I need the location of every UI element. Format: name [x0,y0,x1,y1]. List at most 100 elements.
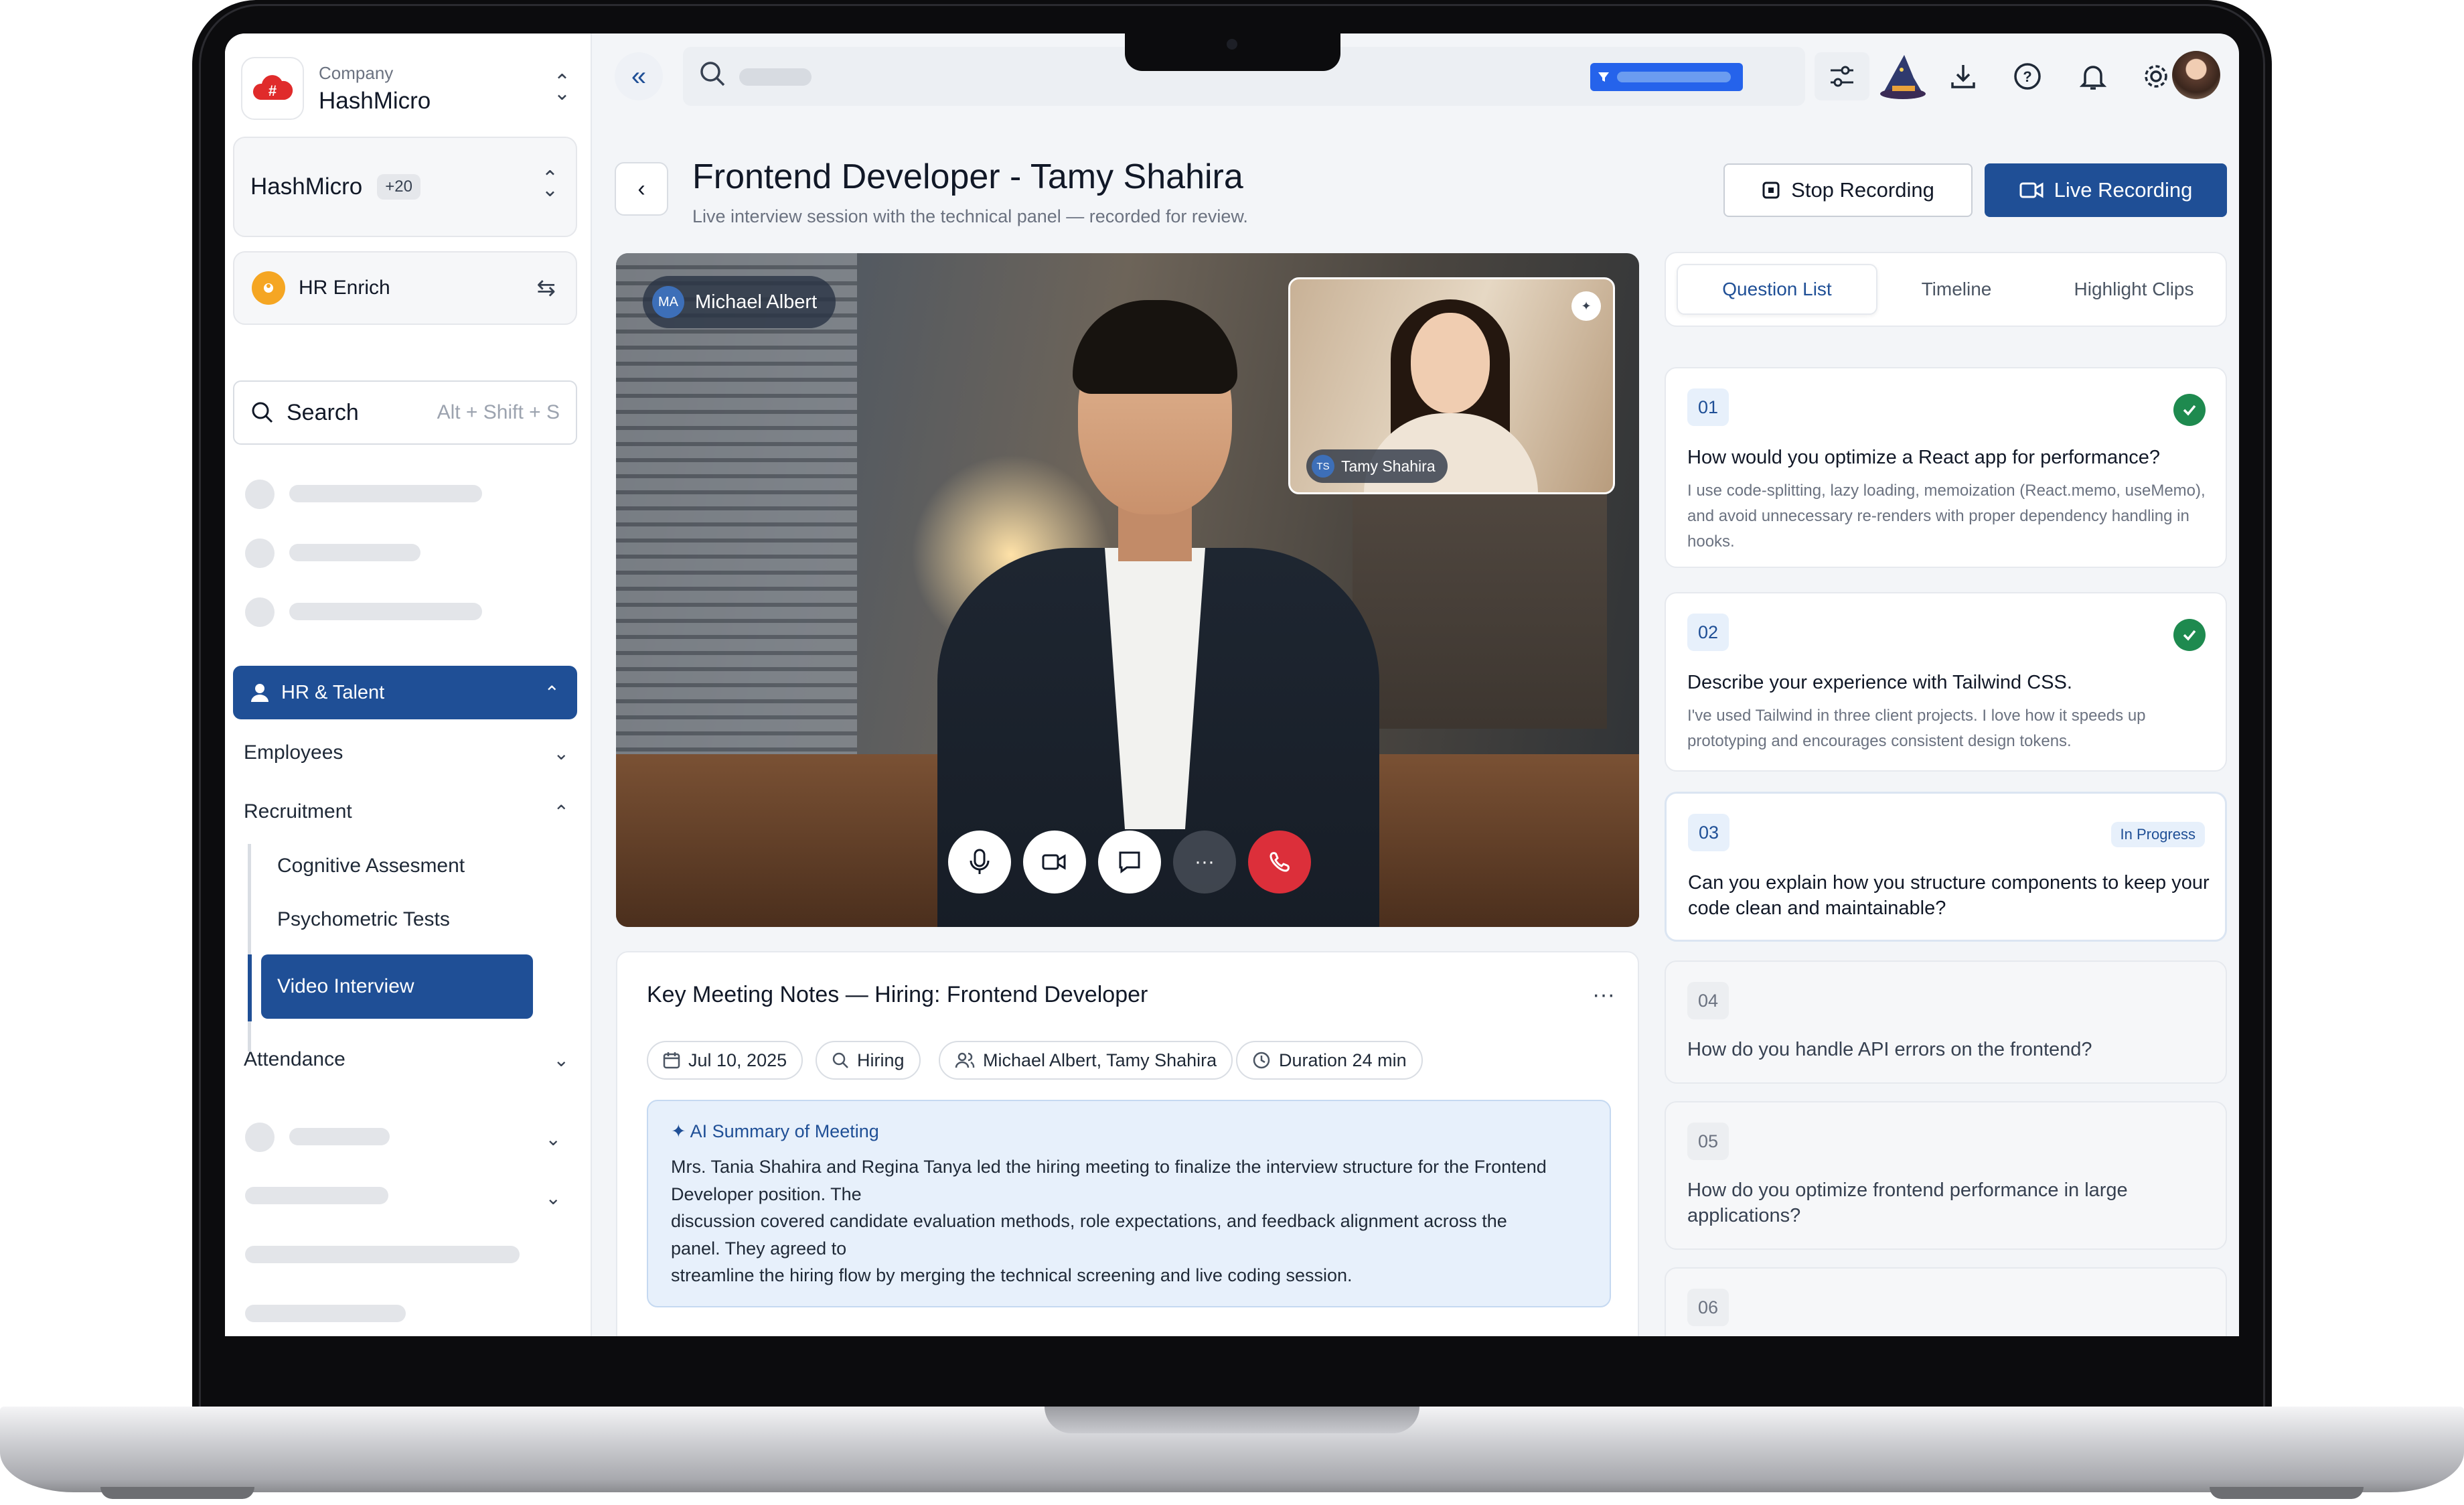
question-card[interactable]: 04 How do you handle API errors on the f… [1665,960,2227,1084]
microphone-button[interactable] [948,831,1011,893]
bell-icon[interactable] [2074,58,2112,95]
skeleton-placeholder [289,485,482,502]
users-icon [251,684,268,702]
search-placeholder-skeleton [739,68,812,86]
nav-item-label: Attendance [244,1048,345,1070]
question-title: How do you optimize frontend performance… [1687,1179,2128,1226]
nav-subitem-cognitive-assesment[interactable]: Cognitive Assesment [277,855,465,877]
participant-name: Tamy Shahira [1341,457,1436,475]
chevron-down-icon[interactable]: ⌄ [520,1177,573,1218]
company-name: HashMicro [319,87,431,114]
back-button[interactable]: ‹ [615,162,668,216]
laptop-opening-groove [1045,1407,1419,1433]
collapse-sidebar-button[interactable]: « [615,52,663,100]
question-number: 04 [1687,982,1729,1019]
duration-chip: Duration 24 min [1236,1041,1423,1080]
question-title: How do you handle API errors on the fron… [1687,1039,2092,1060]
skeleton-placeholder [289,603,482,620]
video-camera-icon [1042,854,1066,870]
more-options-button[interactable]: ··· [1173,831,1236,893]
question-answer: I use code-splitting, lazy loading, memo… [1687,482,2206,551]
nav-item-attendance[interactable]: Attendance ⌄ [244,1040,579,1080]
ai-summary-title: ✦ AI Summary of Meeting [671,1121,879,1142]
stop-recording-button[interactable]: Stop Recording [1723,163,1973,217]
gear-badge-icon [252,271,285,305]
end-call-button[interactable] [1248,831,1311,893]
pin-icon[interactable]: ✦ [1571,291,1601,321]
question-card[interactable]: 02 Describe your experience with Tailwin… [1665,592,2227,772]
workspace-count-badge: +20 [377,174,420,200]
workspace-name: HashMicro [250,173,363,200]
filter-skeleton [1617,72,1731,82]
question-number: 06 [1687,1289,1729,1326]
search-label: Search [287,399,359,425]
camera-button[interactable] [1023,831,1086,893]
app-switcher[interactable]: HR Enrich ⇆ [233,251,577,325]
nav-section-label: HR & Talent [281,681,385,703]
page-title: Frontend Developer - Tamy Shahira [692,157,1243,196]
skeleton-placeholder [289,1128,390,1145]
chat-button[interactable] [1098,831,1161,893]
user-avatar[interactable] [2172,51,2220,99]
stop-recording-label: Stop Recording [1791,178,1934,202]
question-number: 03 [1688,814,1729,851]
tab-highlight-clips[interactable]: Highlight Clips [2037,264,2231,315]
chevron-up-icon: ⌃ [544,682,560,703]
microphone-icon [970,849,990,874]
video-camera-icon [2019,182,2044,199]
company-caption: Company [319,62,394,83]
company-switcher[interactable]: # Company HashMicro ⌃ ⌄ [233,50,588,127]
chip-label: Duration 24 min [1279,1050,1407,1070]
chevron-up-icon: ⌃ [553,801,569,822]
sliders-icon[interactable] [1815,52,1869,100]
question-card[interactable]: 06 [1665,1267,2227,1336]
tab-question-list[interactable]: Question List [1677,264,1877,315]
filter-chip[interactable] [1590,63,1743,91]
page-subtitle: Live interview session with the technica… [692,206,1248,226]
nav-item-employees[interactable]: Employees ⌄ [244,733,579,773]
laptop-foot [2210,1487,2364,1499]
question-card[interactable]: 01 How would you optimize a React app fo… [1665,367,2227,568]
wizard-hat-icon[interactable] [1876,50,1930,103]
nav-item-recruitment[interactable]: Recruitment ⌃ [244,792,579,832]
skeleton-placeholder [245,1305,406,1322]
download-icon[interactable] [1944,58,1982,95]
nav-section-hr-talent[interactable]: HR & Talent ⌃ [233,666,577,719]
filter-icon [1598,72,1609,82]
skeleton-placeholder [245,597,275,627]
workspace-switcher[interactable]: HashMicro +20 ⌃ ⌄ [233,137,577,237]
video-call-stage[interactable]: MA Michael Albert ✦ TS Tamy Shahira ··· [616,253,1639,927]
question-number: 05 [1687,1123,1729,1160]
question-title: Describe your experience with Tailwind C… [1687,672,2072,693]
swap-icon[interactable]: ⇆ [537,275,556,301]
hashmicro-logo: # [241,57,304,120]
chat-icon [1119,851,1140,873]
laptop-foot [100,1487,254,1499]
more-options-icon[interactable]: ··· [1592,982,1615,1008]
nav-subitem-psychometric-tests[interactable]: Psychometric Tests [277,908,450,931]
nav-item-label: Employees [244,741,343,764]
participant-tag-main: MA Michael Albert [643,276,836,328]
search-shortcut: Alt + Shift + S [437,401,560,423]
sidebar-search[interactable]: Search Alt + Shift + S [233,380,577,445]
help-icon[interactable]: ? [2009,58,2046,95]
question-card[interactable]: 05 How do you optimize frontend performa… [1665,1101,2227,1250]
candidate-video-pip[interactable]: ✦ TS Tamy Shahira [1288,277,1615,494]
camera-notch [1125,32,1340,71]
gear-icon[interactable] [2137,58,2175,95]
tab-timeline[interactable]: Timeline [1856,264,2057,315]
panel-tabs: Question List Timeline Highlight Clips [1665,252,2227,327]
participant-tag-pip: TS Tamy Shahira [1306,449,1448,483]
ai-summary-title-label: AI Summary of Meeting [690,1121,879,1141]
question-number: 02 [1687,614,1729,651]
participant-initials: TS [1312,455,1334,478]
chevron-down-icon[interactable]: ⌄ [520,1119,573,1159]
date-chip: Jul 10, 2025 [647,1041,803,1080]
nav-subitem-video-interview[interactable]: Video Interview [261,954,533,1019]
live-recording-button[interactable]: Live Recording [1985,163,2227,217]
sidebar: # Company HashMicro ⌃ ⌄ HashMicro +20 ⌃ ⌄ … [225,33,592,1336]
question-card-in-progress[interactable]: 03 In Progress Can you explain how you s… [1665,792,2227,942]
chip-label: Jul 10, 2025 [688,1050,787,1070]
sparkle-icon: ✦ [671,1121,690,1141]
screen: # Company HashMicro ⌃ ⌄ HashMicro +20 ⌃ ⌄ … [225,33,2239,1336]
